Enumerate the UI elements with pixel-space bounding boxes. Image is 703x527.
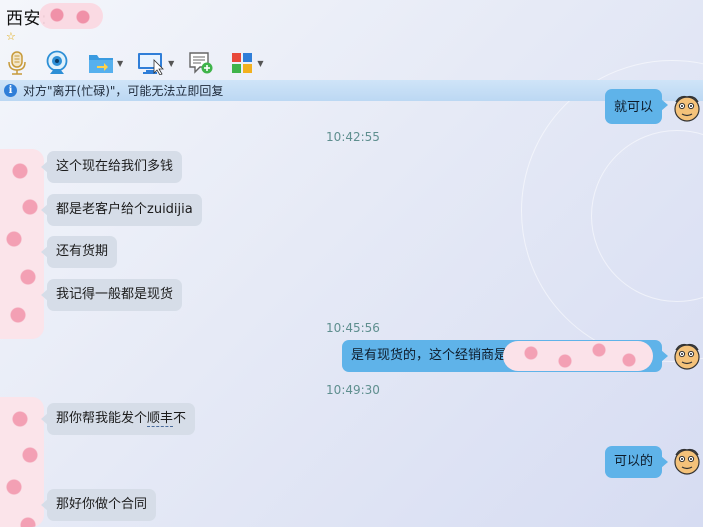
incoming-message[interactable]: 我记得一般都是现货 <box>40 279 183 311</box>
add-note-icon <box>189 52 213 74</box>
chat-toolbar: ▼ ▼ ▼ <box>4 48 271 78</box>
notice-text: 对方"离开(忙碌)"，可能无法立即回复 <box>23 84 224 98</box>
my-avatar[interactable] <box>672 446 702 476</box>
chevron-down-icon[interactable]: ▼ <box>168 59 174 68</box>
message-text: 是有现货的，这个经销商是 <box>350 348 507 363</box>
message-text: 这个现在给我们多钱 <box>56 159 174 174</box>
redacted-text-mask <box>503 340 653 371</box>
incoming-message[interactable]: 还有货期 <box>40 236 118 268</box>
redacted-contact-avatar <box>0 397 44 527</box>
screen-share-icon <box>138 53 165 75</box>
redacted-contact-avatar <box>0 149 44 339</box>
screen-share-button[interactable]: ▼ <box>135 49 182 77</box>
add-note-button[interactable] <box>186 49 216 77</box>
info-icon: i <box>4 84 17 97</box>
microphone-icon <box>8 51 26 75</box>
outgoing-message[interactable]: 可以的 <box>604 446 669 478</box>
chevron-down-icon[interactable]: ▼ <box>117 59 123 68</box>
message-text: 那你帮我能发个 <box>56 411 148 426</box>
message-list[interactable]: 就可以 10:42:55 这个现在给我们多钱 都是老客户给个zuidijia 还… <box>0 89 703 527</box>
voice-call-button[interactable] <box>4 49 30 77</box>
timestamp: 10:42:55 <box>326 130 380 144</box>
message-text: 我记得一般都是现货 <box>56 287 174 302</box>
webcam-icon <box>46 50 68 74</box>
away-status-notice: i 对方"离开(忙碌)"，可能无法立即回复 <box>0 80 703 101</box>
my-avatar[interactable] <box>672 341 702 371</box>
outgoing-message[interactable]: 是有现货的，这个经销商是 <box>341 340 669 372</box>
redacted-name-mask <box>39 3 104 29</box>
chevron-down-icon[interactable]: ▼ <box>257 59 263 68</box>
folder-transfer-icon <box>89 55 113 73</box>
chat-window: 西安: ☆ ▼ ▼ ▼ i 对方"离开(忙碌)"，可能无法立即回复 就可以 10… <box>0 0 703 527</box>
message-text: 那好你做个合同 <box>56 497 148 512</box>
outgoing-message[interactable]: 就可以 <box>604 89 669 124</box>
message-text: 可以的 <box>613 454 653 469</box>
message-text: 都是老客户给个zuidijia <box>56 202 193 217</box>
message-link-text[interactable]: 顺丰 <box>147 411 174 427</box>
star-icon: ☆ <box>6 30 16 43</box>
chat-title: 西安: <box>6 3 104 29</box>
incoming-message[interactable]: 那好你做个合同 <box>40 489 157 521</box>
incoming-message[interactable]: 这个现在给我们多钱 <box>40 151 183 183</box>
incoming-message[interactable]: 都是老客户给个zuidijia <box>41 194 202 226</box>
message-text: 就可以 <box>613 100 653 115</box>
file-transfer-button[interactable]: ▼ <box>86 49 131 77</box>
apps-grid-icon <box>232 53 253 73</box>
apps-button[interactable]: ▼ <box>228 49 271 77</box>
message-text: 不 <box>173 411 187 426</box>
my-avatar[interactable] <box>672 93 702 123</box>
video-call-button[interactable] <box>42 49 72 77</box>
incoming-message[interactable]: 那你帮我能发个顺丰不 <box>40 403 196 435</box>
timestamp: 10:49:30 <box>326 383 380 397</box>
timestamp: 10:45:56 <box>326 321 380 335</box>
message-text: 还有货期 <box>56 244 109 259</box>
